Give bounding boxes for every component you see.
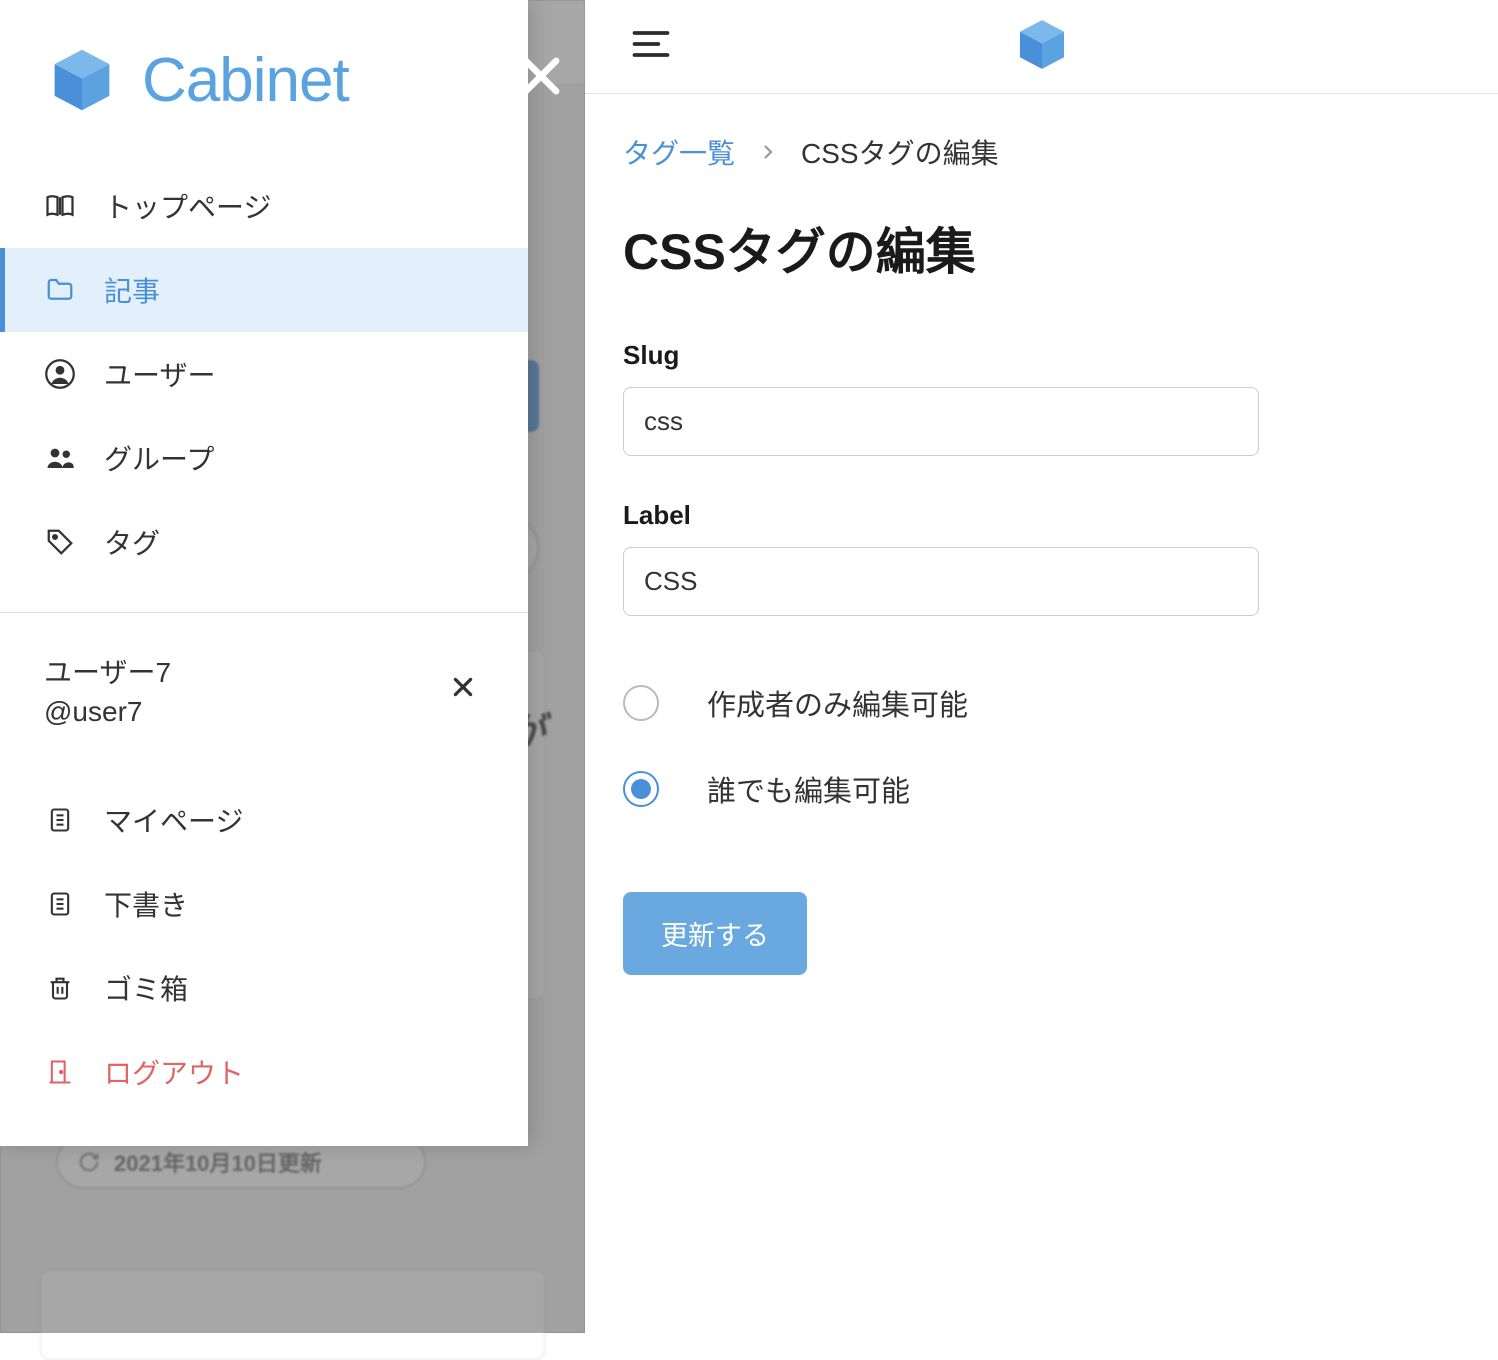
user-block: ユーザー7 @user7 <box>0 621 528 758</box>
nav-label: 下書き <box>104 884 188 924</box>
nav-label: ユーザー <box>104 354 215 394</box>
chevron-right-icon <box>759 137 777 168</box>
page-content: タグ一覧 CSSタグの編集 CSSタグの編集 Slug Label 作成者のみ編… <box>585 94 1498 1013</box>
nav-item-trash[interactable]: ゴミ箱 <box>0 946 528 1030</box>
nav-divider <box>0 612 528 613</box>
edit-permission-radio-group: 作成者のみ編集可能 誰でも編集可能 <box>623 660 1460 832</box>
label-label: Label <box>623 500 1460 531</box>
breadcrumb: タグ一覧 CSSタグの編集 <box>623 132 1460 172</box>
slug-input[interactable] <box>623 387 1259 456</box>
edit-tag-form: Slug Label 作成者のみ編集可能 誰でも編集可能 更新する <box>623 340 1460 975</box>
trash-icon <box>44 972 76 1004</box>
label-input[interactable] <box>623 547 1259 616</box>
nav-item-mypage[interactable]: マイページ <box>0 778 528 862</box>
people-icon <box>44 442 76 474</box>
door-icon <box>44 1056 76 1088</box>
close-icon <box>450 674 476 700</box>
document-icon <box>44 888 76 920</box>
menu-button[interactable] <box>627 22 675 71</box>
hamburger-icon <box>627 22 675 66</box>
breadcrumb-link-tags[interactable]: タグ一覧 <box>623 132 735 172</box>
nav-label: グループ <box>104 438 214 478</box>
page-title: CSSタグの編集 <box>623 212 1460 284</box>
radio-label: 誰でも編集可能 <box>707 768 910 810</box>
brand-name: Cabinet <box>142 45 349 116</box>
radio-label: 作成者のみ編集可能 <box>707 682 968 724</box>
nav-label: タグ <box>104 522 160 562</box>
nav-item-tags[interactable]: タグ <box>0 500 528 584</box>
radio-icon <box>623 685 659 721</box>
cube-icon <box>46 44 118 116</box>
nav-label: マイページ <box>104 800 243 840</box>
nav-label: 記事 <box>104 270 160 310</box>
side-drawer: Cabinet トップページ 記事 ユーザー <box>0 0 528 1146</box>
user-handle: @user7 <box>44 696 171 728</box>
radio-icon <box>623 771 659 807</box>
right-mobile-view: タグ一覧 CSSタグの編集 CSSタグの編集 Slug Label 作成者のみ編… <box>585 0 1498 1333</box>
left-mobile-view: 作成 時が 2021年10月10日更新 Cabinet <box>0 0 585 1333</box>
nav-item-articles[interactable]: 記事 <box>0 248 528 332</box>
submit-button[interactable]: 更新する <box>623 892 807 975</box>
primary-nav: トップページ 記事 ユーザー グループ <box>0 144 528 604</box>
close-icon <box>515 50 567 102</box>
slug-label: Slug <box>623 340 1460 371</box>
book-icon <box>44 190 76 222</box>
document-icon <box>44 804 76 836</box>
user-circle-icon <box>44 358 76 390</box>
radio-anyone[interactable]: 誰でも編集可能 <box>623 746 1460 832</box>
nav-item-groups[interactable]: グループ <box>0 416 528 500</box>
cube-icon <box>1013 15 1071 73</box>
breadcrumb-current: CSSタグの編集 <box>801 132 999 172</box>
nav-label: ログアウト <box>104 1052 244 1092</box>
nav-item-users[interactable]: ユーザー <box>0 332 528 416</box>
nav-label: ゴミ箱 <box>104 968 188 1008</box>
close-drawer-button[interactable] <box>515 50 567 107</box>
user-display-name: ユーザー7 <box>44 651 171 696</box>
radio-owner-only[interactable]: 作成者のみ編集可能 <box>623 660 1460 746</box>
nav-item-drafts[interactable]: 下書き <box>0 862 528 946</box>
folder-icon <box>44 274 76 306</box>
tag-icon <box>44 526 76 558</box>
user-nav: マイページ 下書き ゴミ箱 ログアウト <box>0 758 528 1134</box>
page-header <box>585 0 1498 94</box>
nav-label: トップページ <box>104 186 271 226</box>
header-logo[interactable] <box>1013 15 1071 78</box>
nav-item-toppage[interactable]: トップページ <box>0 164 528 248</box>
nav-item-logout[interactable]: ログアウト <box>0 1030 528 1114</box>
brand-logo[interactable]: Cabinet <box>0 0 528 144</box>
collapse-user-button[interactable] <box>442 662 484 717</box>
